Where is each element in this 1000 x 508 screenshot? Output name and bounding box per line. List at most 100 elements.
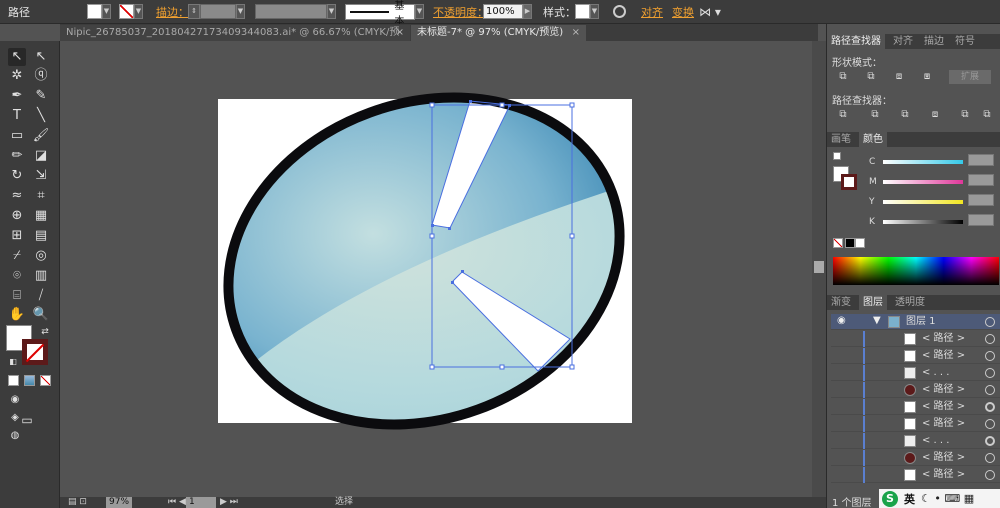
pencil-icon[interactable]: ✏ — [8, 147, 26, 165]
lasso-icon[interactable]: ⓠ — [32, 67, 50, 85]
blend-tool-icon[interactable]: ◎ — [32, 247, 50, 265]
screen-mode-icon[interactable]: ▭ — [16, 411, 38, 429]
opacity-field[interactable]: 100% ▶ — [483, 3, 532, 20]
tab-color[interactable]: 颜色 — [859, 132, 887, 147]
variable-width-select[interactable]: ▼ — [255, 3, 336, 20]
mini-fill-icon[interactable] — [833, 152, 841, 160]
gradient-tool-icon[interactable]: ▤ — [32, 227, 50, 245]
artboard-tool-icon[interactable]: ⌸ — [8, 287, 26, 305]
isolate-icon[interactable]: ⋈ ▾ — [699, 3, 721, 20]
tab-brushes[interactable]: 画笔 — [827, 132, 855, 147]
tab-gradient[interactable]: 渐变 — [827, 295, 855, 310]
hand-tool-icon[interactable]: ✋ — [8, 306, 26, 324]
eye-icon[interactable]: ◉ — [837, 315, 846, 326]
zoom-field[interactable]: 97% — [106, 497, 133, 508]
gradient-mode-button[interactable] — [24, 375, 35, 386]
curvature-tool-icon[interactable]: ✎ — [32, 87, 50, 105]
mesh-tool-icon[interactable]: ⊞ — [8, 227, 26, 245]
expand-button[interactable]: 扩展 — [949, 70, 991, 84]
symbol-sprayer-icon[interactable]: ⌾ — [8, 267, 26, 285]
pen-tool-icon[interactable]: ✒ — [8, 87, 26, 105]
recolor-icon[interactable] — [613, 3, 626, 20]
stroke-profile-select[interactable]: 基本 ▼ — [345, 1, 424, 27]
divide-icon[interactable]: ⧉ — [835, 108, 851, 122]
minus-front-icon[interactable]: ⧉ — [863, 70, 879, 84]
tab-untitled-7[interactable]: 未标题-7* @ 97% (CMYK/预览) × — [411, 25, 586, 41]
layer-item-row[interactable]: < . . . — [831, 433, 1000, 449]
default-colors-icon[interactable]: ◧ — [4, 353, 22, 371]
tab-transparency[interactable]: 透明度 — [891, 295, 929, 310]
color-stroke-box[interactable] — [841, 174, 857, 190]
stroke-color-box[interactable] — [22, 339, 48, 365]
layer-item-row[interactable]: < 路径 > — [831, 399, 1000, 415]
align-link[interactable]: 对齐 — [641, 3, 663, 20]
rotate-tool-icon[interactable]: ↻ — [8, 167, 26, 185]
none-mode-button[interactable] — [40, 375, 51, 386]
width-tool-icon[interactable]: ≈ — [8, 187, 26, 205]
page-field[interactable]: 1 — [186, 497, 216, 508]
cyan-slider[interactable] — [883, 160, 963, 164]
first-page-icon[interactable]: ⏮ ◀ — [168, 497, 186, 508]
color-mode-button[interactable] — [8, 375, 19, 386]
selection-tool-icon[interactable]: ↖ — [8, 48, 26, 66]
yellow-slider[interactable] — [883, 200, 963, 204]
opacity-label[interactable]: 不透明度： — [433, 3, 488, 20]
minus-back-icon[interactable]: ⧉ — [979, 108, 995, 122]
transform-link[interactable]: 变换 — [672, 3, 694, 20]
layer-item-row[interactable]: < 路径 > — [831, 331, 1000, 347]
eraser-icon[interactable]: ◪ — [32, 147, 50, 165]
crop-icon[interactable]: ⧈ — [927, 108, 943, 122]
scale-tool-icon[interactable]: ⇲ — [32, 167, 50, 185]
target-icon[interactable] — [985, 317, 995, 327]
yellow-value[interactable] — [968, 194, 994, 206]
tab-layers[interactable]: 图层 — [859, 295, 887, 310]
layer-item-row[interactable]: < 路径 > — [831, 450, 1000, 466]
stroke-weight-field[interactable]: ⇕ ▼ — [188, 3, 245, 20]
style-swatch[interactable]: ▼ — [575, 3, 599, 20]
tab-symbols[interactable]: 符号 — [951, 34, 979, 49]
ime-toolbar[interactable]: S 英 ☾ • ⌨ ▦ — [879, 489, 1000, 508]
outline-icon[interactable]: ⧉ — [957, 108, 973, 122]
tab-stroke[interactable]: 描边 — [920, 34, 948, 49]
stroke-label[interactable]: 描边： — [156, 3, 189, 20]
close-icon[interactable]: × — [396, 25, 404, 41]
draw-mode-icon[interactable]: ◉ ◈ ◍ — [6, 391, 24, 441]
slice-tool-icon[interactable]: ⧸ — [32, 287, 50, 305]
line-tool-icon[interactable]: ╲ — [32, 107, 50, 125]
artboard-nav-icon[interactable]: ▤ ⊡ — [68, 497, 87, 508]
next-page-icon[interactable]: ▶ ⏭ — [220, 497, 238, 508]
rectangle-tool-icon[interactable]: ▭ — [8, 127, 26, 145]
unite-icon[interactable]: ⧉ — [835, 70, 851, 84]
canvas-area[interactable] — [60, 41, 818, 497]
layer-item-row[interactable]: < 路径 > — [831, 382, 1000, 398]
layer-row-top[interactable]: ◉ ▼ 图层 1 — [831, 314, 1000, 330]
magenta-slider[interactable] — [883, 180, 963, 184]
free-transform-icon[interactable]: ⌗ — [32, 187, 50, 205]
tab-pathfinder[interactable]: 路径查找器 — [827, 34, 885, 49]
zoom-tool-icon[interactable]: 🔍 — [32, 306, 50, 324]
white-swatch[interactable] — [855, 238, 865, 248]
chevron-down-icon[interactable]: ▼ — [134, 4, 143, 19]
graph-tool-icon[interactable]: ▥ — [32, 267, 50, 285]
magic-wand-icon[interactable]: ✲ — [8, 67, 26, 85]
intersect-icon[interactable]: ⧈ — [891, 70, 907, 84]
vertical-scrollbar[interactable] — [812, 41, 826, 497]
eyedropper-icon[interactable]: ⌿ — [8, 247, 26, 265]
swap-icon[interactable]: ⇄ — [36, 323, 54, 341]
magenta-value[interactable] — [968, 174, 994, 186]
color-spectrum[interactable] — [833, 257, 999, 285]
chevron-down-icon[interactable]: ▼ — [102, 4, 111, 19]
perspective-grid-icon[interactable]: ▦ — [32, 207, 50, 225]
cyan-value[interactable] — [968, 154, 994, 166]
tab-nipic[interactable]: Nipic_26785037_20180427173409344083.ai* … — [60, 25, 410, 54]
fill-swatch[interactable]: ▼ — [87, 3, 111, 20]
layer-item-row[interactable]: < 路径 > — [831, 467, 1000, 483]
close-icon[interactable]: × — [572, 25, 580, 41]
layer-item-row[interactable]: < . . . — [831, 365, 1000, 381]
ime-language[interactable]: 英 — [904, 491, 915, 507]
merge-icon[interactable]: ⧉ — [897, 108, 913, 122]
chevron-down-icon[interactable]: ▼ — [873, 315, 881, 326]
black-slider[interactable] — [883, 220, 963, 224]
sogou-logo-icon[interactable]: S — [882, 490, 898, 507]
black-value[interactable] — [968, 214, 994, 226]
